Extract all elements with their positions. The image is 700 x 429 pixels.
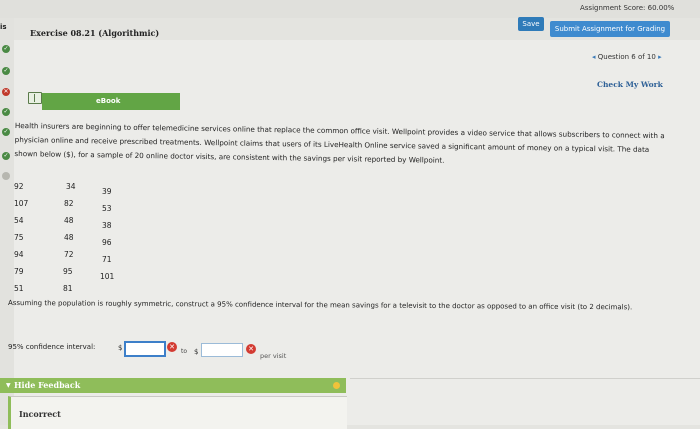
question-nav: ◂ Question 6 of 10 ▸ [592,53,662,61]
prev-question-arrow-icon[interactable]: ◂ [592,53,596,61]
confidence-interval-label: 95% confidence interval: [8,343,96,351]
status-correct-icon[interactable]: ✓ [2,128,10,136]
dollar-sign: $ [194,348,199,356]
unit-label: per visit [260,352,287,360]
data-cell: 54 [14,216,24,225]
status-incorrect-icon[interactable]: ✕ [2,88,10,96]
check-my-work-link[interactable]: Check My Work [597,80,663,89]
data-cell: 51 [14,284,24,293]
dollar-sign: $ [118,344,123,352]
assignment-score: Assignment Score: 60.00% [580,4,675,12]
data-cell: 53 [102,204,112,213]
data-cell: 81 [63,284,73,293]
data-cell: 71 [102,255,112,264]
submit-assignment-button[interactable]: Submit Assignment for Grading [550,21,670,37]
ebook-button[interactable]: eBook [42,93,180,110]
data-cell: 79 [14,267,24,276]
question-status-sidebar [0,18,14,425]
data-cell: 48 [64,216,74,225]
to-label: to [181,348,188,355]
feedback-panel: Incorrect [8,396,347,429]
status-correct-icon[interactable]: ✓ [2,67,10,75]
status-correct-icon[interactable]: ✓ [2,45,10,53]
upper-bound-input[interactable] [201,343,243,357]
data-cell: 38 [102,221,112,230]
data-cell: 34 [66,182,76,191]
hide-feedback-toggle[interactable]: ▼ Hide Feedback [0,378,346,393]
feedback-status: Incorrect [19,409,61,419]
data-cell: 94 [14,250,24,259]
save-button[interactable]: Save [518,17,544,31]
triangle-down-icon: ▼ [6,382,11,389]
hide-feedback-label: Hide Feedback [14,380,81,390]
lower-bound-input[interactable] [124,341,166,357]
exercise-title: Exercise 08.21 (Algorithmic) [30,28,160,38]
question-position-label: Question 6 of 10 [597,53,656,61]
data-cell: 92 [14,182,24,191]
data-cell: 48 [64,233,74,242]
divider [350,378,700,379]
data-cell: 39 [102,187,112,196]
data-cell: 107 [14,199,29,208]
status-partial-icon[interactable] [2,172,10,180]
book-icon [28,92,42,104]
data-cell: 95 [63,267,73,276]
data-cell: 96 [102,238,112,247]
data-cell: 72 [64,250,74,259]
data-cell: 101 [100,272,115,281]
status-correct-icon[interactable]: ✓ [2,108,10,116]
feedback-indicator-icon [333,382,340,389]
sidebar-cut-label: is [0,23,7,31]
next-question-arrow-icon[interactable]: ▸ [658,53,662,61]
incorrect-x-icon: ✕ [167,342,177,352]
data-cell: 75 [14,233,24,242]
data-cell: 82 [64,199,74,208]
incorrect-x-icon: ✕ [246,344,256,354]
status-correct-icon[interactable]: ✓ [2,152,10,160]
